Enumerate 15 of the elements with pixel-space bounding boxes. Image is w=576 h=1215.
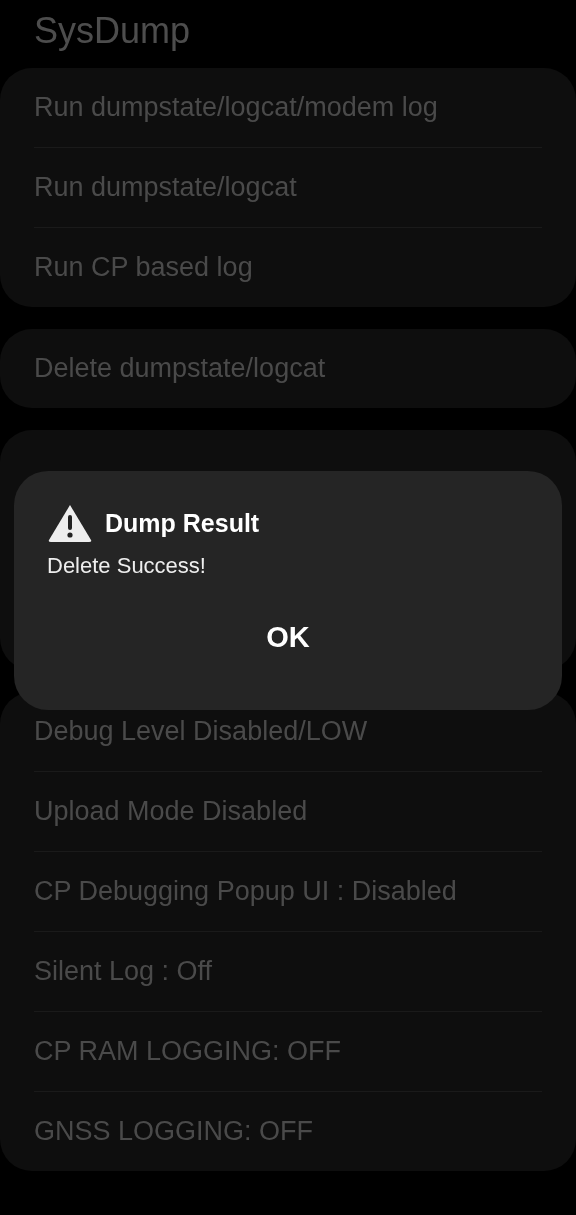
page-title: SysDump (33, 9, 192, 53)
menu-item[interactable]: GNSS LOGGING: OFF (34, 1116, 314, 1147)
menu-item[interactable]: CP Debugging Popup UI : Disabled (34, 876, 457, 907)
menu-item[interactable]: Run dumpstate/logcat/modem log (34, 92, 438, 123)
menu-item[interactable]: Run dumpstate/logcat (34, 172, 297, 203)
menu-item[interactable]: Run CP based log (34, 252, 253, 283)
menu-item[interactable]: Silent Log : Off (34, 956, 213, 987)
dialog-message: Delete Success! (47, 553, 207, 579)
warning-icon (47, 503, 93, 543)
menu-item[interactable]: CP RAM LOGGING: OFF (34, 1036, 342, 1067)
menu-item[interactable]: Debug Level Disabled/LOW (34, 716, 368, 747)
menu-item[interactable]: Delete dumpstate/logcat (34, 353, 326, 384)
menu-item[interactable]: Upload Mode Disabled (34, 796, 308, 827)
dialog-title: Dump Result (105, 508, 260, 538)
ok-button[interactable]: OK (246, 617, 330, 658)
